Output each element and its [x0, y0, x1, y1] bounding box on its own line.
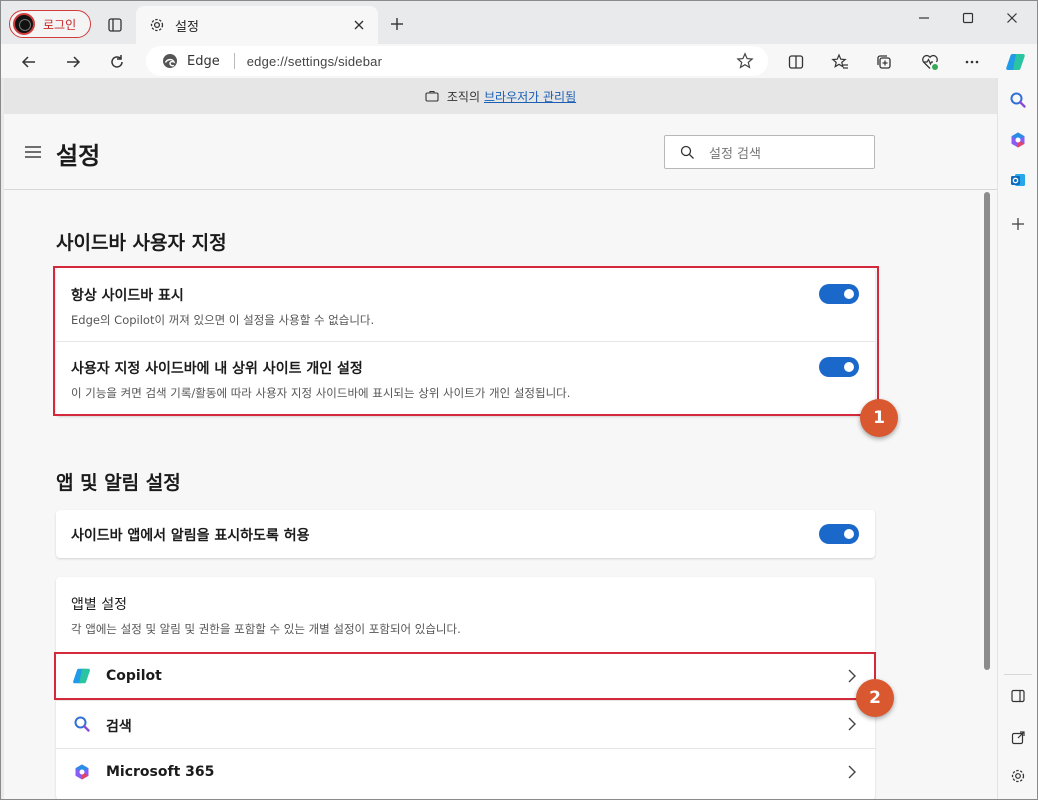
close-window-button[interactable]	[990, 6, 1034, 30]
toolbar: Edge edge://settings/sidebar	[0, 44, 1038, 78]
section-title-apps: 앱 및 알림 설정	[56, 472, 181, 494]
sidebar-outlook-button[interactable]	[1004, 166, 1032, 194]
search-placeholder: 설정 검색	[709, 146, 761, 162]
chevron-right-icon	[845, 717, 859, 731]
collections-icon	[877, 55, 891, 69]
more-icon	[965, 60, 979, 64]
hide-sidebar-button[interactable]	[1004, 682, 1032, 710]
refresh-button[interactable]	[103, 48, 131, 76]
maximize-icon	[962, 12, 974, 24]
edge-label: Edge	[187, 53, 220, 69]
highlight-box-2	[54, 652, 876, 700]
page-title: 설정	[56, 142, 101, 170]
search-icon	[71, 713, 93, 735]
settings-search-input[interactable]: 설정 검색	[664, 135, 875, 169]
close-tab-button[interactable]	[350, 16, 368, 34]
microsoft-365-icon	[71, 761, 93, 783]
plus-icon	[1012, 218, 1024, 230]
annotation-marker-1: 1	[860, 399, 898, 437]
browser-essentials-button[interactable]	[916, 48, 944, 76]
profile-label: 로그인	[43, 17, 77, 32]
managed-by-org-bar: 조직의 브라우저가 관리됨	[4, 78, 997, 114]
close-icon	[354, 20, 364, 30]
highlight-box-1	[53, 266, 879, 416]
refresh-icon	[111, 55, 123, 68]
heart-pulse-icon	[922, 54, 938, 70]
setting-title: 사이드바 앱에서 알림을 표시하도록 허용	[71, 528, 310, 544]
profile-button[interactable]: 로그인	[9, 10, 91, 38]
app-label: 검색	[106, 719, 132, 735]
minimize-icon	[919, 17, 929, 19]
split-screen-icon	[788, 55, 804, 69]
sidebar-microsoft-365-button[interactable]	[1004, 126, 1032, 154]
split-screen-button[interactable]	[782, 48, 810, 76]
gear-icon	[148, 16, 166, 34]
avatar	[13, 13, 35, 35]
menu-button[interactable]	[24, 144, 42, 160]
copilot-icon	[1006, 54, 1025, 70]
back-button[interactable]	[15, 48, 43, 76]
maximize-button[interactable]	[946, 6, 990, 30]
search-icon	[679, 144, 695, 160]
managed-link[interactable]: 브라우저가 관리됨	[484, 88, 576, 105]
address-separator	[233, 53, 235, 69]
edge-icon	[162, 53, 178, 69]
close-icon	[1007, 13, 1017, 23]
per-app-title: 앱별 설정	[71, 597, 127, 613]
outlook-icon	[1011, 174, 1025, 186]
favorites-icon	[831, 53, 848, 69]
external-link-icon	[1011, 731, 1025, 745]
notification-card: 사이드바 앱에서 알림을 표시하도록 허용	[56, 510, 875, 558]
managed-text: 조직의	[446, 89, 480, 104]
collections-button[interactable]	[870, 48, 898, 76]
forward-button[interactable]	[59, 48, 87, 76]
address-bar[interactable]: Edge edge://settings/sidebar	[146, 46, 768, 76]
hamburger-icon	[25, 146, 41, 158]
add-favorite-button[interactable]	[736, 52, 754, 70]
minimize-button[interactable]	[902, 6, 946, 30]
tab-actions-button[interactable]	[104, 14, 126, 36]
tab-settings[interactable]: 설정	[136, 6, 378, 44]
allow-notifications-toggle[interactable]	[819, 524, 859, 544]
favorites-button[interactable]	[826, 48, 854, 76]
sidebar-divider	[1004, 674, 1032, 675]
tab-actions-icon	[108, 18, 122, 32]
arrow-left-icon	[21, 56, 35, 68]
url-text[interactable]: edge://settings/sidebar	[247, 54, 382, 69]
sidebar-add-button[interactable]	[1004, 210, 1032, 238]
plus-icon	[391, 18, 403, 30]
copilot-button[interactable]	[1002, 48, 1030, 76]
app-row-search[interactable]: 검색	[56, 700, 875, 748]
section-title-sidebar: 사이드바 사용자 지정	[56, 232, 227, 254]
gear-icon	[1011, 769, 1025, 783]
settings-header: 설정 설정 검색	[4, 114, 997, 190]
star-icon	[736, 52, 754, 69]
microsoft-365-icon	[1011, 132, 1025, 148]
sidebar-panel-icon	[1011, 689, 1025, 703]
chevron-right-icon	[845, 765, 859, 779]
new-tab-button[interactable]	[385, 12, 409, 36]
more-menu-button[interactable]	[958, 48, 986, 76]
settings-page: 조직의 브라우저가 관리됨 설정 설정 검색 사이드바 사용자 지정 항상 사이…	[4, 78, 997, 800]
arrow-right-icon	[67, 56, 81, 68]
scrollbar-thumb[interactable]	[984, 192, 990, 670]
title-bar: 로그인 설정	[0, 0, 1038, 44]
search-icon	[1010, 92, 1026, 108]
sidebar-search-button[interactable]	[1004, 86, 1032, 114]
open-external-button[interactable]	[1004, 724, 1032, 752]
per-app-description: 각 앱에는 설정 및 알림 및 권한을 포함할 수 있는 개별 설정이 포함되어…	[71, 622, 461, 636]
briefcase-icon	[425, 90, 439, 102]
app-row-microsoft-365[interactable]: Microsoft 365	[56, 748, 875, 796]
browser-sidebar	[997, 78, 1038, 800]
annotation-marker-2: 2	[856, 679, 894, 717]
sidebar-settings-button[interactable]	[1004, 762, 1032, 790]
tab-title: 설정	[175, 19, 199, 35]
app-label: Microsoft 365	[106, 764, 215, 780]
